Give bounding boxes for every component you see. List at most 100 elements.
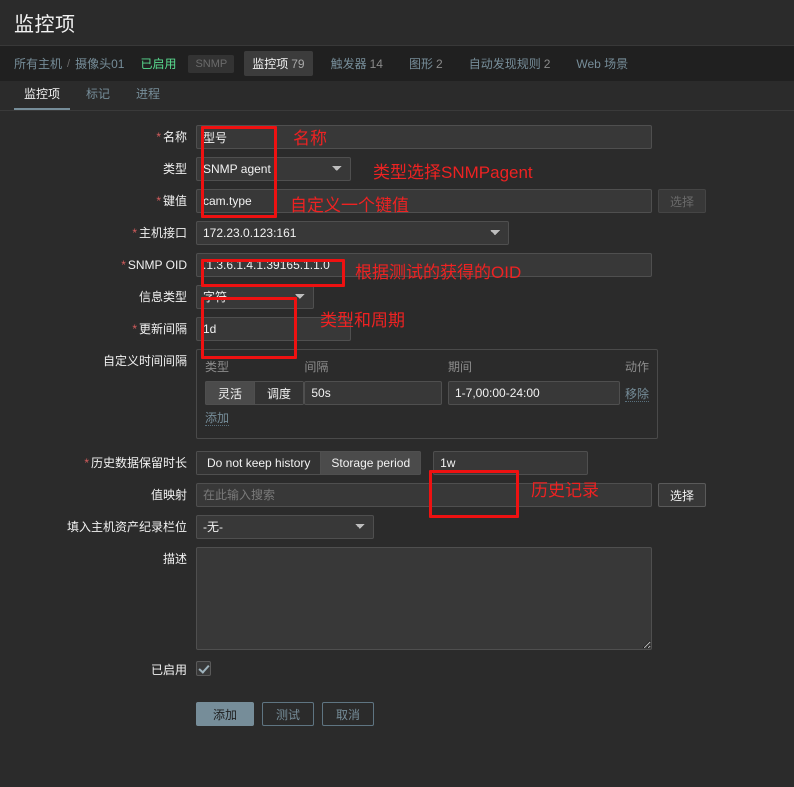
- label-description: 描述: [162, 552, 187, 566]
- interval-type-toggle: 灵活 调度: [205, 381, 305, 405]
- interval-period-input[interactable]: [448, 381, 620, 405]
- value-map-input[interactable]: [196, 483, 652, 507]
- row-host-interface: * 主机接口 172.23.0.123:161: [0, 221, 794, 245]
- row-key: *键值 选择: [0, 189, 794, 213]
- custom-intervals-body: 灵活 调度 50s 1-7,00:00-24:00 移除 添加: [205, 381, 649, 430]
- breadcrumb-tab-discovery-count: 2: [543, 57, 551, 71]
- page-title: 监控项: [14, 14, 76, 36]
- key-input[interactable]: [196, 189, 652, 213]
- label-custom-intervals: 自定义时间间隔: [102, 354, 187, 368]
- field-info-type: 字符: [196, 285, 794, 309]
- field-value-map: 选择: [196, 483, 794, 507]
- row-asset-field: 填入主机资产纪录栏位 -无-: [0, 515, 794, 539]
- breadcrumb-tab-items[interactable]: 监控项 79: [244, 51, 313, 76]
- field-name: [196, 125, 794, 149]
- breadcrumb-tab-discovery[interactable]: 自动发现规则 2: [461, 51, 559, 76]
- cell-interval: [304, 381, 448, 409]
- row-name: * 名称: [0, 125, 794, 149]
- interval-type-scheduling[interactable]: 调度: [254, 381, 305, 405]
- interval-remove-link[interactable]: 移除: [624, 386, 649, 402]
- label-key: * 键值: [0, 189, 196, 209]
- label-history: * 历史数据保留时长: [0, 451, 196, 471]
- row-update-interval: * 更新间隔: [0, 317, 794, 341]
- host-interface-select[interactable]: 172.23.0.123:161: [196, 221, 509, 245]
- history-option-storage-period[interactable]: Storage period: [320, 451, 422, 475]
- breadcrumb-separator: /: [67, 57, 71, 70]
- tab-items[interactable]: 监控项: [14, 81, 71, 110]
- test-button[interactable]: 测试: [262, 702, 315, 726]
- col-header-period: 期间: [448, 360, 473, 374]
- tab-tags[interactable]: 标记: [76, 81, 120, 110]
- breadcrumb-tab-triggers-count: 14: [369, 57, 383, 71]
- info-type-select[interactable]: 字符: [196, 285, 314, 309]
- add-button[interactable]: 添加: [196, 702, 255, 726]
- breadcrumb-tab-graphs[interactable]: 图形 2: [401, 51, 451, 76]
- snmp-badge: SNMP: [188, 54, 235, 73]
- row-enabled: 已启用: [0, 658, 794, 682]
- snmp-oid-input[interactable]: [196, 253, 652, 277]
- row-custom-intervals: 自定义时间间隔 类型 间隔 期间 动作 灵活 调度 50s 1-7,00:00-…: [0, 349, 794, 439]
- update-interval-input[interactable]: [196, 317, 351, 341]
- name-input[interactable]: [196, 125, 652, 149]
- footer-spacer: [0, 690, 196, 694]
- col-header-action: 动作: [624, 360, 649, 374]
- enabled-checkbox[interactable]: [196, 661, 211, 676]
- page-header: 监控项: [0, 0, 794, 46]
- custom-intervals-block: 类型 间隔 期间 动作 灵活 调度 50s 1-7,00:00-24:00 移除…: [196, 349, 658, 439]
- breadcrumb-tab-web[interactable]: Web 场景: [568, 51, 636, 76]
- breadcrumb-tab-graphs-label: 图形: [408, 57, 433, 71]
- label-value-map: 值映射: [150, 488, 187, 502]
- breadcrumb-tab-graphs-count: 2: [436, 57, 443, 71]
- cell-action: 移除: [620, 381, 649, 409]
- interval-value-input[interactable]: [304, 381, 443, 405]
- cell-add: 添加: [205, 409, 649, 430]
- history-period-input[interactable]: [433, 451, 589, 475]
- row-snmp-oid: * SNMP OID: [0, 253, 794, 277]
- type-select[interactable]: SNMP agent: [196, 157, 351, 181]
- field-snmp-oid: [196, 253, 794, 277]
- tab-preprocessing[interactable]: 进程: [126, 81, 170, 110]
- key-select-button[interactable]: 选择: [658, 189, 707, 213]
- required-marker: *: [84, 456, 89, 470]
- cell-period: [448, 381, 620, 409]
- row-history: * 历史数据保留时长 Do not keep history Storage pe…: [0, 451, 794, 475]
- cancel-button[interactable]: 取消: [322, 702, 375, 726]
- breadcrumb-tab-web-label: Web 场景: [576, 57, 629, 71]
- tab-bar: 监控项 标记 进程: [0, 81, 794, 111]
- host-status: 已启用: [140, 57, 177, 71]
- item-form: *名称 类型 SNMP agent *键值 选择: [0, 111, 794, 726]
- col-header-interval: 间隔: [304, 360, 329, 374]
- required-marker: *: [121, 258, 126, 272]
- interval-type-flexible[interactable]: 灵活: [205, 381, 255, 405]
- breadcrumb-all-hosts[interactable]: 所有主机: [14, 55, 62, 72]
- breadcrumb-tab-items-count: 79: [291, 57, 305, 71]
- label-name-text: 名称: [162, 130, 187, 144]
- table-row: 灵活 调度 50s 1-7,00:00-24:00 移除: [205, 381, 649, 409]
- label-enabled: 已启用: [150, 663, 187, 677]
- field-enabled: [196, 658, 794, 676]
- field-asset-field: -无-: [196, 515, 794, 539]
- breadcrumb: 所有主机 / 摄像头01 已启用 SNMP 监控项 79 触发器 14 图形 2 自动…: [0, 46, 794, 81]
- label-asset-field: 填入主机资产纪录栏位: [66, 520, 187, 534]
- breadcrumb-host[interactable]: 摄像头01: [75, 55, 124, 72]
- label-host-interface-text: 主机接口: [138, 226, 187, 240]
- asset-field-select[interactable]: -无-: [196, 515, 374, 539]
- cell-type: 灵活 调度: [205, 381, 305, 409]
- label-snmp-oid: * SNMP OID: [0, 253, 196, 273]
- label-update-interval: * 更新间隔: [0, 317, 196, 337]
- label-update-interval-text: 更新间隔: [138, 322, 187, 336]
- label-snmp-oid-text: SNMP OID: [127, 258, 187, 272]
- required-marker: *: [132, 226, 137, 240]
- label-info-type: 信息类型: [138, 290, 187, 304]
- history-option-none[interactable]: Do not keep history: [196, 451, 321, 475]
- page-root: 监控项 所有主机 / 摄像头01 已启用 SNMP 监控项 79 触发器 14 图形…: [0, 0, 794, 787]
- row-value-map: 值映射 选择: [0, 483, 794, 507]
- required-marker: *: [156, 130, 161, 144]
- row-info-type: 信息类型 字符: [0, 285, 794, 309]
- description-textarea[interactable]: [196, 547, 652, 650]
- field-footer-buttons: 添加 测试 取消: [196, 690, 794, 726]
- interval-add-link[interactable]: 添加: [205, 411, 230, 426]
- label-type: 类型: [162, 162, 187, 176]
- breadcrumb-tab-triggers[interactable]: 触发器 14: [323, 51, 391, 76]
- value-map-select-button[interactable]: 选择: [658, 483, 707, 507]
